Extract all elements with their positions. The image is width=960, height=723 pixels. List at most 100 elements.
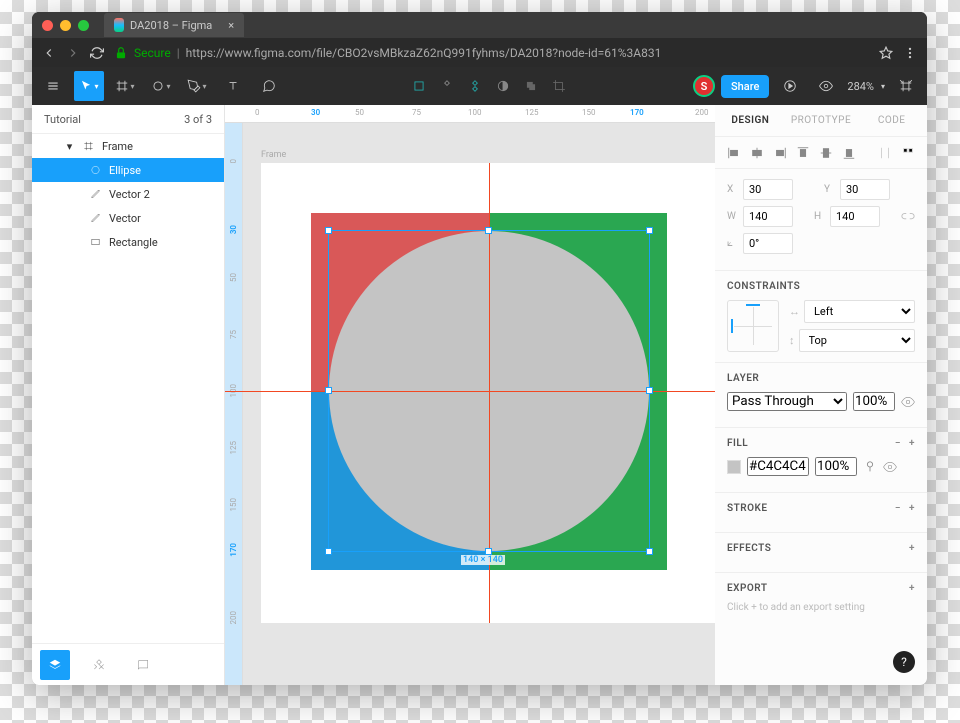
help-button[interactable]: ?	[893, 651, 915, 673]
artboard[interactable]: 140 × 140	[261, 163, 715, 623]
boolean-icon[interactable]	[524, 79, 538, 93]
properties-panel: DESIGN PROTOTYPE CODE X Y	[715, 105, 927, 685]
style-icon[interactable]	[863, 460, 877, 474]
user-avatar[interactable]: S	[693, 75, 715, 97]
mask-icon[interactable]	[496, 79, 510, 93]
comment-tool[interactable]	[254, 71, 284, 101]
lock-icon	[114, 46, 128, 60]
tab-prototype[interactable]: PROTOTYPE	[786, 105, 857, 136]
constraint-h-select[interactable]: Left	[804, 300, 915, 323]
tab-code[interactable]: CODE	[856, 105, 927, 136]
url-field[interactable]: Secure | https://www.figma.com/file/CBO2…	[114, 46, 869, 60]
component-icon[interactable]	[440, 79, 454, 93]
export-hint: Click + to add an export setting	[727, 602, 915, 613]
blend-mode-select[interactable]: Pass Through	[727, 392, 847, 411]
add-stroke-icon[interactable]: +	[909, 503, 915, 514]
present-icon[interactable]	[775, 71, 805, 101]
layer-opacity-input[interactable]	[853, 392, 895, 411]
layer-section: LAYER Pass Through	[715, 363, 927, 428]
frame-tool[interactable]: ▾	[110, 71, 140, 101]
browser-tab[interactable]: DA2018 – Figma ×	[104, 13, 244, 37]
artboard-label[interactable]: Frame	[261, 150, 286, 160]
align-bottom-icon[interactable]	[842, 146, 856, 160]
frame-icon	[83, 141, 94, 152]
align-right-icon[interactable]	[773, 146, 787, 160]
forward-icon[interactable]	[66, 46, 80, 60]
add-export-icon[interactable]: +	[909, 583, 915, 594]
file-title: Tutorial	[44, 113, 81, 126]
shape-tool[interactable]: ▾	[146, 71, 176, 101]
y-input[interactable]	[840, 179, 890, 200]
rotation-input[interactable]	[743, 233, 793, 254]
align-left-icon[interactable]	[727, 146, 741, 160]
constraint-v-select[interactable]: Top	[799, 329, 916, 352]
resize-handle-sw[interactable]	[325, 548, 332, 555]
close-dot[interactable]	[42, 20, 53, 31]
resize-handle-ne[interactable]	[646, 227, 653, 234]
align-hcenter-icon[interactable]	[750, 146, 764, 160]
h-input[interactable]	[830, 206, 880, 227]
resize-handle-n[interactable]	[485, 227, 492, 234]
align-vcenter-icon[interactable]	[819, 146, 833, 160]
visibility-icon[interactable]	[901, 395, 915, 409]
menu-icon[interactable]	[903, 46, 917, 60]
page-indicator[interactable]: 3 of 3	[184, 113, 212, 126]
instance-icon[interactable]	[468, 79, 482, 93]
fill-color-chip[interactable]	[727, 460, 741, 474]
back-icon[interactable]	[42, 46, 56, 60]
maximize-dot[interactable]	[78, 20, 89, 31]
link-icon[interactable]	[901, 210, 915, 224]
constraint-widget[interactable]	[727, 300, 779, 352]
layers-tab-icon[interactable]	[40, 650, 70, 680]
selection-box[interactable]	[328, 230, 650, 552]
w-input[interactable]	[743, 206, 793, 227]
canvas[interactable]: 0 30 50 75 100 125 150 170 200 0 30 50 7…	[225, 105, 715, 685]
align-top-icon[interactable]	[796, 146, 810, 160]
hamburger-icon[interactable]	[38, 71, 68, 101]
effects-section: EFFECTS+	[715, 533, 927, 573]
remove-fill-icon[interactable]: −	[895, 438, 901, 449]
fill-hex-input[interactable]	[747, 457, 809, 476]
minimize-dot[interactable]	[60, 20, 71, 31]
add-effect-icon[interactable]: +	[909, 543, 915, 554]
pen-tool[interactable]: ▾	[182, 71, 212, 101]
distribute-icon[interactable]	[878, 146, 892, 160]
layers-panel: Tutorial 3 of 3 ▾ Frame Ellipse Vector 2…	[32, 105, 225, 685]
assets-tab-icon[interactable]	[84, 650, 114, 680]
resize-handle-s[interactable]	[485, 548, 492, 555]
tab-design[interactable]: DESIGN	[715, 105, 786, 136]
layer-frame[interactable]: ▾ Frame	[32, 134, 224, 158]
x-input[interactable]	[743, 179, 793, 200]
library-tab-icon[interactable]	[128, 650, 158, 680]
resize-handle-e[interactable]	[646, 387, 653, 394]
resize-handle-se[interactable]	[646, 548, 653, 555]
reload-icon[interactable]	[90, 46, 104, 60]
edit-object-icon[interactable]	[412, 79, 426, 93]
zoom-level[interactable]: 284%	[847, 80, 874, 93]
figma-icon	[114, 18, 124, 32]
fill-visibility-icon[interactable]	[883, 460, 897, 474]
move-tool[interactable]: ▾	[74, 71, 104, 101]
layer-rectangle[interactable]: Rectangle	[32, 230, 224, 254]
text-tool[interactable]	[218, 71, 248, 101]
position-section: X Y W H ⟀	[715, 169, 927, 271]
crop-icon[interactable]	[552, 79, 566, 93]
add-fill-icon[interactable]: +	[909, 438, 915, 449]
vector-icon	[90, 189, 101, 200]
browser-address-bar: Secure | https://www.figma.com/file/CBO2…	[32, 38, 927, 67]
view-icon[interactable]	[811, 71, 841, 101]
share-button[interactable]: Share	[721, 75, 769, 98]
resize-handle-w[interactable]	[325, 387, 332, 394]
fill-opacity-input[interactable]	[815, 457, 857, 476]
ruler-horizontal: 0 30 50 75 100 125 150 170 200	[225, 105, 715, 123]
layer-ellipse[interactable]: Ellipse	[32, 158, 224, 182]
align-controls	[715, 137, 927, 169]
tidy-icon[interactable]	[901, 146, 915, 160]
star-icon[interactable]	[879, 46, 893, 60]
layer-vector2[interactable]: Vector 2	[32, 182, 224, 206]
close-tab-icon[interactable]: ×	[228, 19, 234, 32]
layer-vector[interactable]: Vector	[32, 206, 224, 230]
pixel-grid-icon[interactable]	[891, 71, 921, 101]
remove-stroke-icon[interactable]: −	[895, 503, 901, 514]
resize-handle-nw[interactable]	[325, 227, 332, 234]
